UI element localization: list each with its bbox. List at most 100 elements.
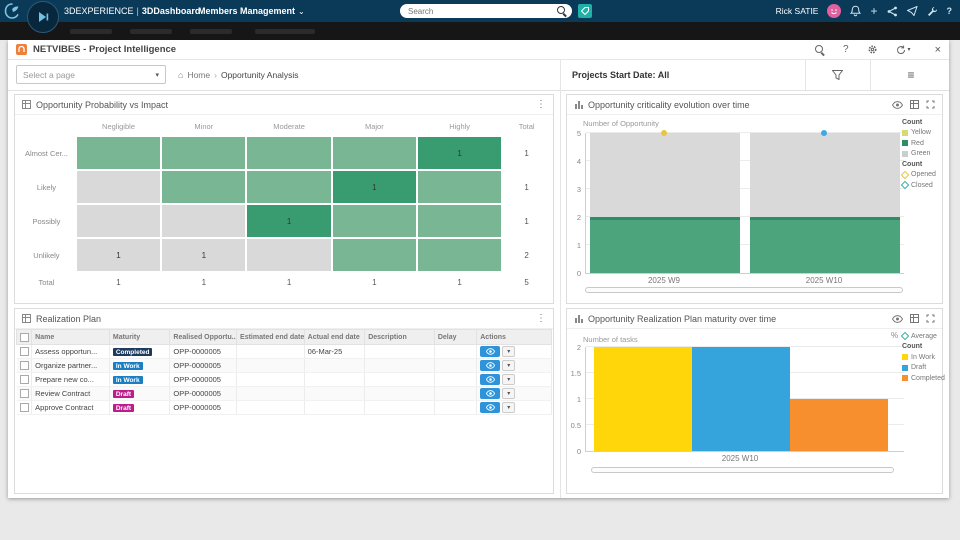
filter-funnel-icon[interactable]	[832, 70, 843, 80]
matrix-cell[interactable]: 1	[247, 205, 331, 237]
action-dropdown-button[interactable]: ▾	[502, 388, 516, 399]
matrix-cell[interactable]: 1	[418, 137, 502, 169]
action-dropdown-button[interactable]: ▾	[502, 374, 516, 385]
maturity-bar[interactable]	[594, 347, 692, 451]
visibility-eye-icon[interactable]	[892, 100, 903, 109]
legend-item[interactable]: Yellow	[902, 128, 942, 139]
view-eye-button[interactable]	[480, 346, 501, 357]
expand-icon[interactable]	[926, 314, 935, 323]
tab-placeholder[interactable]	[130, 29, 172, 34]
refresh-control[interactable]: ▾	[896, 45, 911, 55]
matrix-cell[interactable]	[247, 239, 331, 271]
legend-item[interactable]: Completed	[902, 373, 945, 384]
user-name[interactable]: Rick SATIE	[776, 6, 819, 16]
view-eye-button[interactable]	[480, 360, 501, 371]
maturity-plot	[585, 346, 904, 452]
row-checkbox[interactable]	[19, 375, 29, 384]
legend-item[interactable]: Opened	[900, 170, 942, 181]
refresh-caret-icon: ▾	[907, 47, 911, 53]
share-icon[interactable]	[887, 6, 898, 17]
row-checkbox[interactable]	[19, 403, 29, 412]
matrix-cell[interactable]	[332, 239, 416, 271]
select-all-checkbox[interactable]	[20, 332, 29, 342]
chart-h-scrollbar[interactable]	[591, 467, 894, 473]
notifications-bell-icon[interactable]	[850, 5, 862, 17]
action-dropdown-button[interactable]: ▾	[502, 346, 516, 357]
matrix-cell[interactable]: 1	[76, 239, 161, 271]
page-select[interactable]: Select a page ▾	[16, 65, 166, 84]
matrix-cell[interactable]	[162, 205, 246, 237]
view-eye-button[interactable]	[480, 388, 501, 399]
search-input[interactable]	[406, 5, 557, 17]
kebab-menu-icon[interactable]: ⋮	[536, 313, 546, 324]
legend-item[interactable]: Closed	[900, 180, 942, 191]
matrix-cell[interactable]	[76, 137, 161, 169]
matrix-cell[interactable]	[418, 205, 502, 237]
table-view-icon[interactable]	[910, 100, 919, 109]
tab-placeholder[interactable]	[190, 29, 232, 34]
y-axis-title: Number of Opportunity	[583, 119, 659, 128]
legend-item[interactable]: Average	[900, 331, 942, 342]
chart-h-scrollbar[interactable]	[585, 287, 903, 293]
view-eye-button[interactable]	[480, 374, 501, 385]
legend-item[interactable]: Red	[902, 138, 942, 149]
3ds-compass-logo[interactable]	[4, 3, 20, 19]
matrix-cell[interactable]	[247, 137, 331, 169]
row-checkbox[interactable]	[19, 347, 29, 356]
matrix-cell[interactable]	[247, 171, 331, 203]
matrix-cell[interactable]	[76, 171, 161, 203]
breadcrumb-home[interactable]: Home	[187, 70, 210, 80]
visibility-eye-icon[interactable]	[892, 314, 903, 323]
kebab-menu-icon[interactable]: ⋮	[536, 99, 546, 110]
expand-icon[interactable]	[926, 100, 935, 109]
maturity-bar[interactable]	[790, 399, 888, 451]
legend-item[interactable]: Draft	[902, 363, 942, 374]
action-dropdown-button[interactable]: ▾	[502, 360, 516, 371]
row-checkbox[interactable]	[19, 361, 29, 370]
bar-segment-gray	[750, 133, 900, 217]
y-tick-label: 1	[576, 395, 581, 404]
tag-button[interactable]	[578, 4, 592, 18]
matrix-cell[interactable]	[332, 137, 416, 169]
user-avatar[interactable]	[827, 4, 842, 18]
matrix-col-header-total: Total	[518, 121, 535, 131]
help-icon[interactable]: ?	[947, 6, 953, 16]
criticality-bar[interactable]	[590, 133, 740, 273]
table-view-icon[interactable]	[910, 314, 919, 323]
tab-placeholder[interactable]	[255, 29, 315, 34]
matrix-cell[interactable]: 1	[162, 239, 246, 271]
maturity-bar[interactable]	[692, 347, 790, 451]
criticality-bar[interactable]	[750, 133, 900, 273]
view-eye-button[interactable]	[480, 402, 501, 413]
matrix-cell[interactable]: 1	[332, 171, 416, 203]
hamburger-menu-icon[interactable]: ≡	[901, 60, 921, 90]
app-search-icon[interactable]	[814, 44, 825, 55]
add-content-icon[interactable]: +	[870, 5, 877, 17]
gear-icon[interactable]	[867, 44, 878, 55]
matrix-cell[interactable]	[162, 137, 246, 169]
matrix-cell[interactable]	[418, 171, 502, 203]
app-help-icon[interactable]: ?	[843, 44, 849, 55]
tab-placeholder[interactable]	[70, 29, 112, 34]
row-checkbox[interactable]	[19, 389, 29, 398]
plan-col-header: Delay	[433, 329, 478, 345]
close-icon[interactable]: ×	[935, 44, 941, 56]
search-icon[interactable]	[556, 6, 566, 16]
matrix-cell[interactable]	[332, 205, 416, 237]
matrix-cell[interactable]	[76, 205, 161, 237]
send-icon[interactable]	[906, 6, 918, 16]
matrix-cell[interactable]	[162, 171, 246, 203]
y-tick-label: 0	[576, 269, 581, 278]
matrix-total-cell: 1	[286, 277, 292, 287]
matrix-cell[interactable]	[418, 239, 502, 271]
plan-delay-cell	[434, 344, 478, 359]
legend-item[interactable]: Green	[902, 149, 942, 160]
action-dropdown-button[interactable]: ▾	[502, 402, 516, 413]
tools-wrench-icon[interactable]	[927, 6, 938, 17]
compass-play-avatar[interactable]	[27, 1, 59, 33]
home-icon[interactable]: ⌂	[178, 70, 183, 80]
global-search[interactable]	[400, 4, 572, 18]
members-management-menu[interactable]: Members Management ⌄	[198, 6, 305, 16]
legend-item[interactable]: In Work	[902, 352, 942, 363]
x-tick-label: 2025 W9	[647, 276, 681, 285]
